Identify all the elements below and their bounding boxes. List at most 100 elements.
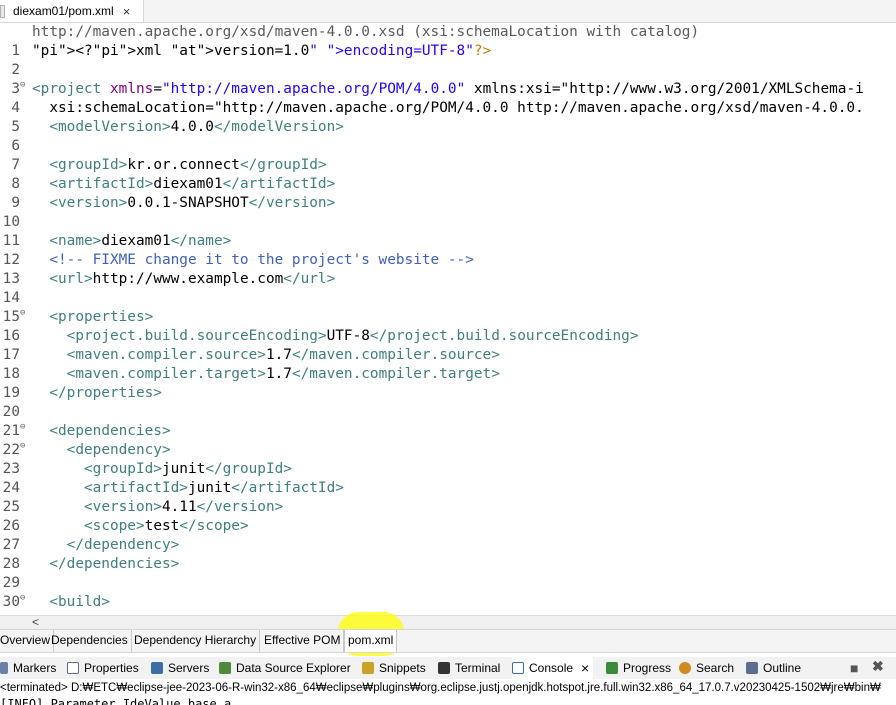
schema-info-text: http://maven.apache.org/xsd/maven-4.0.0.… xyxy=(32,24,700,40)
line-number: 15 xyxy=(2,309,20,325)
tab-overview[interactable]: Overview xyxy=(0,630,55,652)
code-line[interactable]: 20 xyxy=(0,403,896,422)
fold-toggle-icon[interactable]: ⊖ xyxy=(20,437,25,456)
view-tab-label: Markers xyxy=(13,661,57,675)
view-tab-properties[interactable]: Properties xyxy=(67,657,139,679)
code-text: <!-- FIXME change it to the project's we… xyxy=(32,252,474,268)
tab-dependencies[interactable]: Dependencies xyxy=(48,630,132,652)
fold-toggle-icon[interactable]: ⊖ xyxy=(20,304,25,323)
console-status-line: <terminated> D:₩ETC₩eclipse-jee-2023-06-… xyxy=(0,680,896,697)
code-line[interactable]: 3 ⊖ <project xmlns="http://maven.apache.or… xyxy=(0,80,896,99)
code-line[interactable]: 16 <project.build.sourceEncoding>UTF-8</… xyxy=(0,327,896,346)
view-tab-progress[interactable]: Progress xyxy=(606,657,671,679)
progress-icon xyxy=(606,662,618,674)
editor-tab-bar: diexam01/pom.xml × xyxy=(0,0,896,23)
line-number: 3 xyxy=(11,81,20,97)
code-editor[interactable]: 1 "pi"><?"pi">xml "at">version=1.0" ">enc… xyxy=(0,42,896,615)
code-line[interactable]: 26 <scope>test</scope> xyxy=(0,517,896,536)
fold-toggle-icon[interactable]: ⊖ xyxy=(20,589,25,608)
scroll-left-icon[interactable]: < xyxy=(32,615,39,629)
code-line[interactable]: 2 xyxy=(0,61,896,80)
xml-file-icon xyxy=(0,4,5,18)
close-icon[interactable]: × xyxy=(581,657,589,679)
console-icon xyxy=(512,662,524,674)
data-source-icon xyxy=(219,662,231,674)
tab-effective-pom[interactable]: Effective POM xyxy=(261,630,345,652)
schema-info-line: http://maven.apache.org/xsd/maven-4.0.0.… xyxy=(0,22,896,42)
fold-toggle-icon[interactable]: ⊖ xyxy=(20,76,25,95)
code-line[interactable]: 19 </properties> xyxy=(0,384,896,403)
code-line[interactable]: 14 xyxy=(0,289,896,308)
code-text: </dependencies> xyxy=(49,556,180,572)
line-number: 10 xyxy=(2,214,20,230)
line-number: 8 xyxy=(11,176,20,192)
code-line[interactable]: 18 <maven.compiler.target>1.7</maven.com… xyxy=(0,365,896,384)
line-number: 30 xyxy=(2,594,20,610)
code-line[interactable]: 23 <groupId>junit</groupId> xyxy=(0,460,896,479)
line-number: 16 xyxy=(2,328,20,344)
view-tab-snippets[interactable]: Snippets xyxy=(362,657,426,679)
view-tab-outline[interactable]: Outline xyxy=(746,657,801,679)
line-number: 25 xyxy=(2,499,20,515)
line-number: 9 xyxy=(11,195,20,211)
line-number: 24 xyxy=(2,480,20,496)
code-line[interactable]: 24 <artifactId>junit</artifactId> xyxy=(0,479,896,498)
code-text: <maven.compiler.target>1.7</maven.compil… xyxy=(66,366,500,382)
line-number: 14 xyxy=(2,290,20,306)
code-line[interactable]: 9 <version>0.0.1-SNAPSHOT</version> xyxy=(0,194,896,213)
code-line[interactable]: 17 <maven.compiler.source>1.7</maven.com… xyxy=(0,346,896,365)
tab-pom-xml[interactable]: pom.xml xyxy=(344,630,398,652)
view-tab-label: Properties xyxy=(84,661,139,675)
code-line[interactable]: 11 <name>diexam01</name> xyxy=(0,232,896,251)
code-text: <artifactId>diexam01</artifactId> xyxy=(49,176,336,192)
view-tab-servers[interactable]: Servers xyxy=(151,657,209,679)
view-tab-search[interactable]: Search xyxy=(679,657,734,679)
view-tab-console[interactable]: Console × xyxy=(512,657,594,679)
code-line[interactable]: 28 </dependencies> xyxy=(0,555,896,574)
servers-icon xyxy=(151,662,163,674)
line-number: 17 xyxy=(2,347,20,363)
code-line[interactable]: 7 <groupId>kr.or.connect</groupId> xyxy=(0,156,896,175)
editor-tab-pom[interactable]: diexam01/pom.xml × xyxy=(0,0,144,22)
view-tab-bar: Markers Properties Servers Data Source E… xyxy=(0,657,896,679)
fold-toggle-icon[interactable]: ⊖ xyxy=(20,418,25,437)
code-line[interactable]: 13 <url>http://www.example.com</url> xyxy=(0,270,896,289)
view-tab-data-source-explorer[interactable]: Data Source Explorer xyxy=(219,657,351,679)
view-tab-markers[interactable]: Markers xyxy=(0,657,56,679)
view-tab-label: Outline xyxy=(763,661,802,675)
code-line[interactable]: 27 </dependency> xyxy=(0,536,896,555)
view-tab-label: Console xyxy=(529,661,574,675)
line-number: 1 xyxy=(11,43,20,59)
code-text: <dependency> xyxy=(66,442,171,458)
code-line[interactable]: 29 xyxy=(0,574,896,593)
terminate-icon[interactable]: ■ xyxy=(850,660,858,676)
line-number: 4 xyxy=(11,100,20,116)
close-icon[interactable]: × xyxy=(123,4,131,19)
code-line[interactable]: 8 <artifactId>diexam01</artifactId> xyxy=(0,175,896,194)
horizontal-scrollbar[interactable]: < xyxy=(0,615,896,630)
code-line[interactable]: 10 xyxy=(0,213,896,232)
code-text: <project.build.sourceEncoding>UTF-8</pro… xyxy=(66,328,639,344)
code-line[interactable]: 22 ⊖ <dependency> xyxy=(0,441,896,460)
code-text: <scope>test</scope> xyxy=(83,518,249,534)
code-line[interactable]: 6 xyxy=(0,137,896,156)
code-line[interactable]: 15 ⊖ <properties> xyxy=(0,308,896,327)
tab-dependency-hierarchy[interactable]: Dependency Hierarchy xyxy=(131,630,261,652)
view-tab-label: Progress xyxy=(623,661,672,675)
view-tab-label: Search xyxy=(696,661,735,675)
code-text: <url>http://www.example.com</url> xyxy=(49,271,336,287)
line-number: 22 xyxy=(2,442,20,458)
code-line[interactable]: 21 ⊖ <dependencies> xyxy=(0,422,896,441)
code-line[interactable]: 1 "pi"><?"pi">xml "at">version=1.0" ">enc… xyxy=(0,42,896,61)
code-line[interactable]: 4 xsi:schemaLocation="http://maven.apach… xyxy=(0,99,896,118)
line-number: 29 xyxy=(2,575,20,591)
code-text: <groupId>kr.or.connect</groupId> xyxy=(49,157,327,173)
code-line[interactable]: 12 <!-- FIXME change it to the project's… xyxy=(0,251,896,270)
code-line[interactable]: 25 <version>4.11</version> xyxy=(0,498,896,517)
view-tab-label: Data Source Explorer xyxy=(236,661,351,675)
remove-launch-icon[interactable]: ✖ xyxy=(872,658,884,675)
view-tab-terminal[interactable]: Terminal xyxy=(438,657,500,679)
code-line[interactable]: 30 ⊖ <build> xyxy=(0,593,896,612)
code-line[interactable]: 5 <modelVersion>4.0.0</modelVersion> xyxy=(0,118,896,137)
line-number: 21 xyxy=(2,423,20,439)
